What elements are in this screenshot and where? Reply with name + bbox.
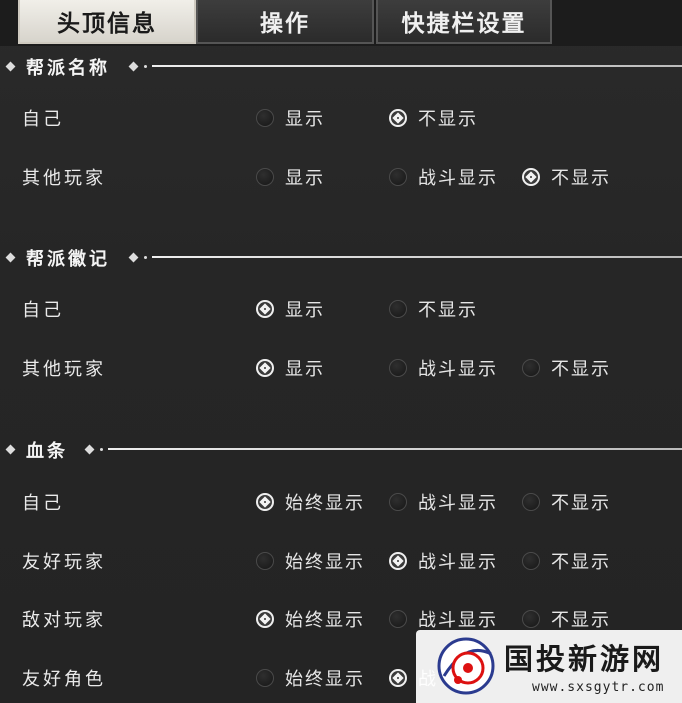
option-label: 不显示 xyxy=(418,300,478,321)
option-label: 战斗显示 xyxy=(418,168,498,189)
section-health-bar-header: 血条 xyxy=(0,440,682,462)
option-label: 显示 xyxy=(285,168,325,189)
option-hide[interactable]: 不显示 xyxy=(522,606,611,632)
row-label-other-players: 其他玩家 xyxy=(22,359,106,380)
radio-unchecked-icon[interactable] xyxy=(256,109,274,127)
section-guild-name-header: 帮派名称 xyxy=(0,57,682,79)
radio-checked-icon[interactable] xyxy=(256,300,274,318)
section-title: 帮派徽记 xyxy=(26,249,110,270)
section-title: 帮派名称 xyxy=(26,58,110,79)
option-label: 显示 xyxy=(285,109,325,130)
option-label: 不显示 xyxy=(551,493,611,514)
radio-unchecked-icon[interactable] xyxy=(389,493,407,511)
row-label-other-players: 其他玩家 xyxy=(22,168,106,189)
option-label: 始终显示 xyxy=(285,552,365,573)
radio-unchecked-icon[interactable] xyxy=(522,610,540,628)
dot-ornament-icon xyxy=(100,448,103,451)
option-label: 不显示 xyxy=(551,552,611,573)
watermark-overlay: 国投新游网 www.sxsgytr.com xyxy=(416,630,682,703)
watermark-url: www.sxsgytr.com xyxy=(532,680,665,695)
section-divider xyxy=(108,448,682,450)
radio-checked-icon[interactable] xyxy=(389,552,407,570)
section-guild-emblem-header: 帮派徽记 xyxy=(0,248,682,270)
option-combat-show[interactable]: 战斗显示 xyxy=(389,606,498,632)
option-label: 显示 xyxy=(285,300,325,321)
radio-unchecked-icon[interactable] xyxy=(522,493,540,511)
option-label: 战斗显示 xyxy=(418,493,498,514)
option-label: 战斗显示 xyxy=(418,552,498,573)
option-always-show[interactable]: 始终显示 xyxy=(256,606,365,632)
tab-overhead-info[interactable]: 头顶信息 xyxy=(18,0,196,44)
diamond-ornament-icon xyxy=(5,252,16,263)
option-combat-show[interactable]: 战斗显示 xyxy=(389,164,498,190)
diamond-ornament-icon xyxy=(128,61,139,72)
radio-unchecked-icon[interactable] xyxy=(522,552,540,570)
radio-unchecked-icon[interactable] xyxy=(389,610,407,628)
tab-bar: 头顶信息 操作 快捷栏设置 xyxy=(0,0,682,46)
dot-ornament-icon xyxy=(144,256,147,259)
row-label-friendly-npcs: 友好角色 xyxy=(22,669,106,690)
option-show[interactable]: 显示 xyxy=(256,296,325,322)
diamond-ornament-icon xyxy=(5,61,16,72)
radio-checked-icon[interactable] xyxy=(256,493,274,511)
diamond-ornament-icon xyxy=(5,444,16,455)
radio-checked-icon[interactable] xyxy=(389,669,407,687)
option-label: 始终显示 xyxy=(285,610,365,631)
option-always-show[interactable]: 始终显示 xyxy=(256,548,365,574)
option-hide[interactable]: 不显示 xyxy=(389,105,478,131)
radio-unchecked-icon[interactable] xyxy=(389,359,407,377)
option-label: 始终显示 xyxy=(285,669,365,690)
option-label: 不显示 xyxy=(551,168,611,189)
option-label: 显示 xyxy=(285,359,325,380)
radio-checked-icon[interactable] xyxy=(389,109,407,127)
option-label: 不显示 xyxy=(418,109,478,130)
row-label-self: 自己 xyxy=(22,493,64,514)
option-combat-show[interactable]: 战斗显示 xyxy=(389,548,498,574)
option-show[interactable]: 显示 xyxy=(256,164,325,190)
option-combat-show[interactable]: 战斗显示 xyxy=(389,355,498,381)
option-hide[interactable]: 不显示 xyxy=(522,548,611,574)
site-logo-icon xyxy=(437,637,495,695)
option-always-show[interactable]: 始终显示 xyxy=(256,489,365,515)
option-hide[interactable]: 不显示 xyxy=(522,164,611,190)
radio-unchecked-icon[interactable] xyxy=(389,168,407,186)
option-label: 不显示 xyxy=(551,359,611,380)
radio-checked-icon[interactable] xyxy=(256,610,274,628)
row-label-friendly-players: 友好玩家 xyxy=(22,552,106,573)
option-label: 始终显示 xyxy=(285,493,365,514)
option-always-show[interactable]: 始终显示 xyxy=(256,665,365,691)
option-combat-show[interactable]: 战斗显示 xyxy=(389,489,498,515)
dot-ornament-icon xyxy=(144,65,147,68)
radio-unchecked-icon[interactable] xyxy=(522,359,540,377)
radio-unchecked-icon[interactable] xyxy=(389,300,407,318)
section-divider xyxy=(152,256,682,258)
row-label-self: 自己 xyxy=(22,300,64,321)
row-label-hostile-players: 敌对玩家 xyxy=(22,610,106,631)
watermark-text: 国投新游网 xyxy=(504,642,665,676)
option-label: 战斗显示 xyxy=(418,359,498,380)
option-hide[interactable]: 不显示 xyxy=(522,355,611,381)
radio-checked-icon[interactable] xyxy=(522,168,540,186)
diamond-ornament-icon xyxy=(128,252,139,263)
radio-unchecked-icon[interactable] xyxy=(256,168,274,186)
diamond-ornament-icon xyxy=(84,444,95,455)
option-show[interactable]: 显示 xyxy=(256,105,325,131)
option-hide[interactable]: 不显示 xyxy=(522,489,611,515)
row-label-self: 自己 xyxy=(22,109,64,130)
option-label: 战斗显示 xyxy=(418,610,498,631)
option-label: 不显示 xyxy=(551,610,611,631)
tab-controls[interactable]: 操作 xyxy=(196,0,374,44)
option-hide[interactable]: 不显示 xyxy=(389,296,478,322)
tab-hotbar-settings[interactable]: 快捷栏设置 xyxy=(376,0,552,44)
radio-checked-icon[interactable] xyxy=(256,359,274,377)
radio-unchecked-icon[interactable] xyxy=(256,552,274,570)
radio-unchecked-icon[interactable] xyxy=(256,669,274,687)
option-show[interactable]: 显示 xyxy=(256,355,325,381)
section-divider xyxy=(152,65,682,67)
section-title: 血条 xyxy=(26,441,68,462)
